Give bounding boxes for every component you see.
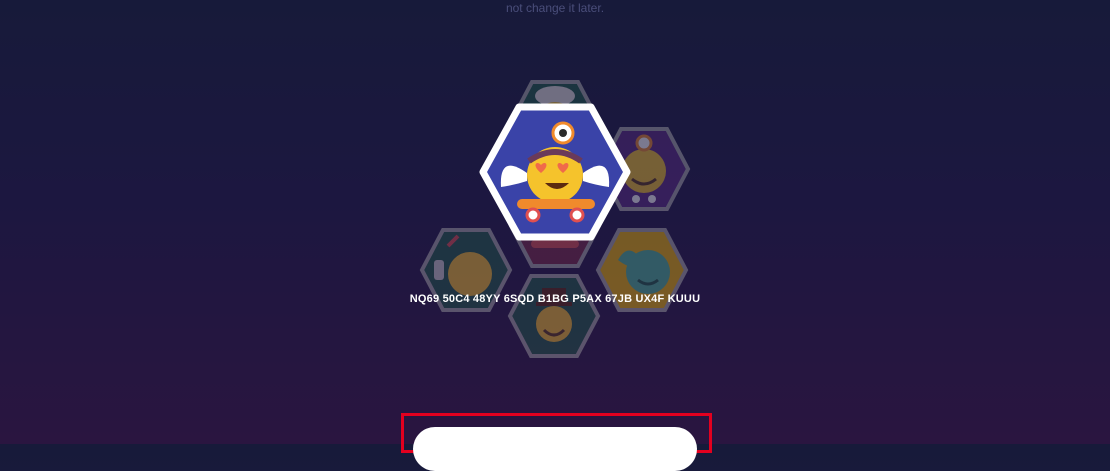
account-id-code: NQ69 50C4 48YY 6SQD B1BG P5AX 67JB UX4F …: [409, 293, 701, 305]
continue-button[interactable]: [413, 427, 697, 471]
top-hat-avatar-icon[interactable]: [507, 270, 601, 362]
avatar-picker: [0, 0, 1110, 444]
selected-avatar-icon[interactable]: [479, 103, 631, 241]
